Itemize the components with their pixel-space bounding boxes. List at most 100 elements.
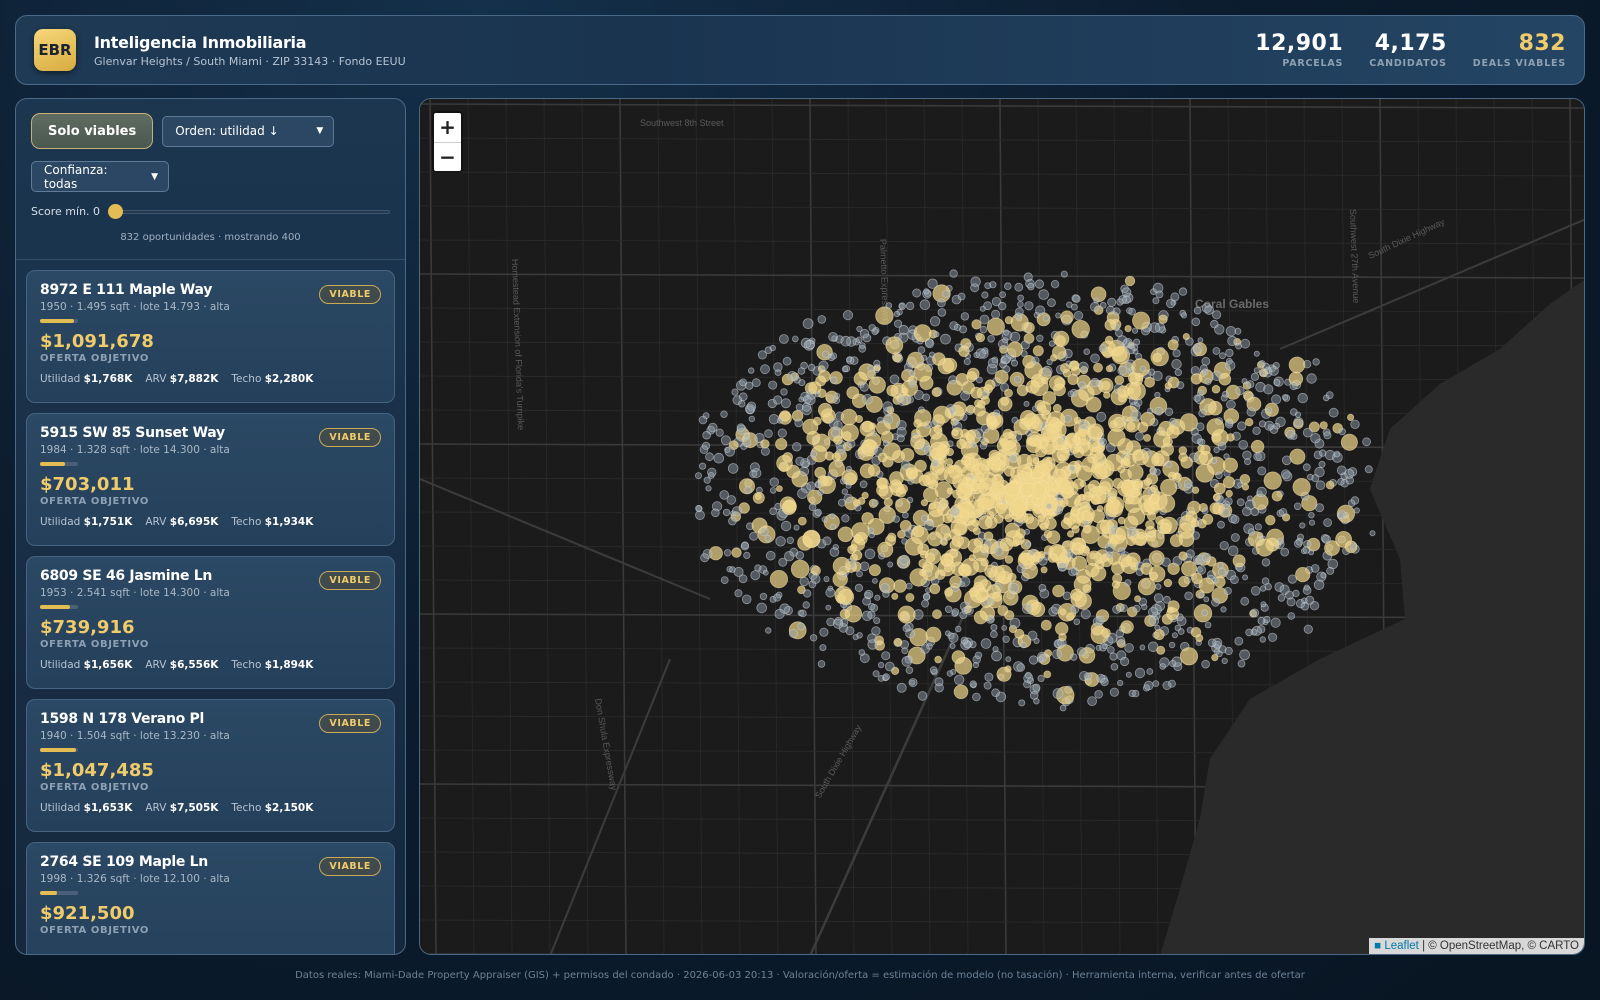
candidate-property-marker[interactable] [949,506,961,517]
candidate-property-marker[interactable] [1133,338,1141,346]
candidate-property-marker[interactable] [1213,648,1220,655]
candidate-property-marker[interactable] [831,428,841,438]
candidate-property-marker[interactable] [1286,597,1296,607]
candidate-property-marker[interactable] [840,478,847,485]
viable-property-marker[interactable] [1265,515,1276,526]
candidate-property-marker[interactable] [1045,503,1053,510]
candidate-property-marker[interactable] [942,290,950,298]
candidate-property-marker[interactable] [699,445,709,454]
viable-property-marker[interactable] [1132,311,1151,330]
candidate-property-marker[interactable] [793,524,800,531]
candidate-property-marker[interactable] [819,644,827,652]
candidate-property-marker[interactable] [928,351,936,358]
viable-property-marker[interactable] [914,409,932,427]
candidate-property-marker[interactable] [1294,539,1303,548]
viable-property-marker[interactable] [1150,484,1158,493]
viable-property-marker[interactable] [1018,470,1028,480]
candidate-property-marker[interactable] [776,417,783,424]
candidate-property-marker[interactable] [1001,330,1013,341]
candidate-property-marker[interactable] [1180,312,1188,319]
candidate-property-marker[interactable] [864,589,874,600]
candidate-property-marker[interactable] [1198,409,1207,418]
viable-property-marker[interactable] [958,564,971,577]
candidate-property-marker[interactable] [769,487,777,494]
viable-property-marker[interactable] [933,405,952,424]
candidate-property-marker[interactable] [1239,649,1250,661]
viable-property-marker[interactable] [1180,456,1193,469]
candidate-property-marker[interactable] [1221,507,1231,517]
viable-property-marker[interactable] [946,487,954,495]
candidate-property-marker[interactable] [1297,392,1308,404]
candidate-property-marker[interactable] [1241,506,1252,517]
candidate-property-marker[interactable] [1017,301,1024,308]
candidate-property-marker[interactable] [1159,663,1166,670]
viable-property-marker[interactable] [1071,319,1090,339]
candidate-property-marker[interactable] [987,616,994,623]
candidate-property-marker[interactable] [1119,604,1128,613]
viable-property-marker[interactable] [1346,413,1355,421]
candidate-property-marker[interactable] [1199,364,1208,373]
candidate-property-marker[interactable] [1038,583,1047,592]
viable-property-marker[interactable] [1143,477,1153,486]
candidate-property-marker[interactable] [1253,350,1260,357]
candidate-property-marker[interactable] [1250,372,1260,381]
candidate-property-marker[interactable] [729,566,736,573]
candidate-property-marker[interactable] [807,363,816,372]
candidate-property-marker[interactable] [769,477,779,487]
candidate-property-marker[interactable] [1024,301,1034,311]
candidate-property-marker[interactable] [1184,591,1193,601]
viable-property-marker[interactable] [960,455,971,466]
candidate-property-marker[interactable] [1322,394,1330,402]
viable-property-marker[interactable] [1222,457,1239,473]
viable-property-marker[interactable] [897,605,916,624]
candidate-property-marker[interactable] [867,527,875,535]
candidate-property-marker[interactable] [799,609,807,618]
candidate-property-marker[interactable] [1204,305,1214,315]
candidate-property-marker[interactable] [1025,541,1032,548]
viable-property-marker[interactable] [966,371,978,383]
viable-property-marker[interactable] [942,513,953,524]
viable-property-marker[interactable] [1082,524,1092,534]
candidate-property-marker[interactable] [991,650,1002,662]
candidate-property-marker[interactable] [1036,334,1044,342]
candidate-property-marker[interactable] [1261,558,1271,567]
candidate-property-marker[interactable] [1264,420,1275,431]
viable-property-marker[interactable] [1190,373,1203,385]
candidate-property-marker[interactable] [1130,410,1142,422]
candidate-property-marker[interactable] [1117,679,1124,687]
candidate-property-marker[interactable] [723,549,732,557]
candidate-property-marker[interactable] [1083,348,1090,356]
candidate-property-marker[interactable] [856,632,863,639]
viable-property-marker[interactable] [1066,530,1075,538]
viable-property-marker[interactable] [940,538,948,546]
candidate-property-marker[interactable] [1132,604,1141,613]
viable-property-marker[interactable] [1005,481,1021,497]
candidate-property-marker[interactable] [780,388,788,396]
viable-property-marker[interactable] [781,500,797,516]
candidate-property-marker[interactable] [874,594,881,601]
candidate-property-marker[interactable] [799,576,809,587]
candidate-property-marker[interactable] [969,680,977,688]
viable-property-marker[interactable] [1085,396,1102,413]
candidate-property-marker[interactable] [1255,451,1266,462]
candidate-property-marker[interactable] [1306,473,1314,481]
candidate-property-marker[interactable] [1227,545,1239,557]
candidate-property-marker[interactable] [1302,463,1311,472]
candidate-property-marker[interactable] [1096,411,1107,422]
candidate-property-marker[interactable] [1219,352,1226,360]
viable-property-marker[interactable] [905,592,915,602]
viable-property-marker[interactable] [892,353,902,363]
candidate-property-marker[interactable] [1023,272,1033,282]
candidate-property-marker[interactable] [842,310,854,321]
viable-property-marker[interactable] [996,666,1012,682]
candidate-property-marker[interactable] [854,583,863,592]
viable-property-marker[interactable] [893,579,907,593]
candidate-property-marker[interactable] [705,485,712,492]
candidate-property-marker[interactable] [1095,644,1102,651]
viable-property-marker[interactable] [1226,433,1235,442]
candidate-property-marker[interactable] [1016,563,1026,574]
viable-property-marker[interactable] [1026,437,1042,454]
candidate-property-marker[interactable] [1071,303,1078,311]
viable-property-marker[interactable] [1143,433,1151,442]
candidate-property-marker[interactable] [899,554,910,566]
